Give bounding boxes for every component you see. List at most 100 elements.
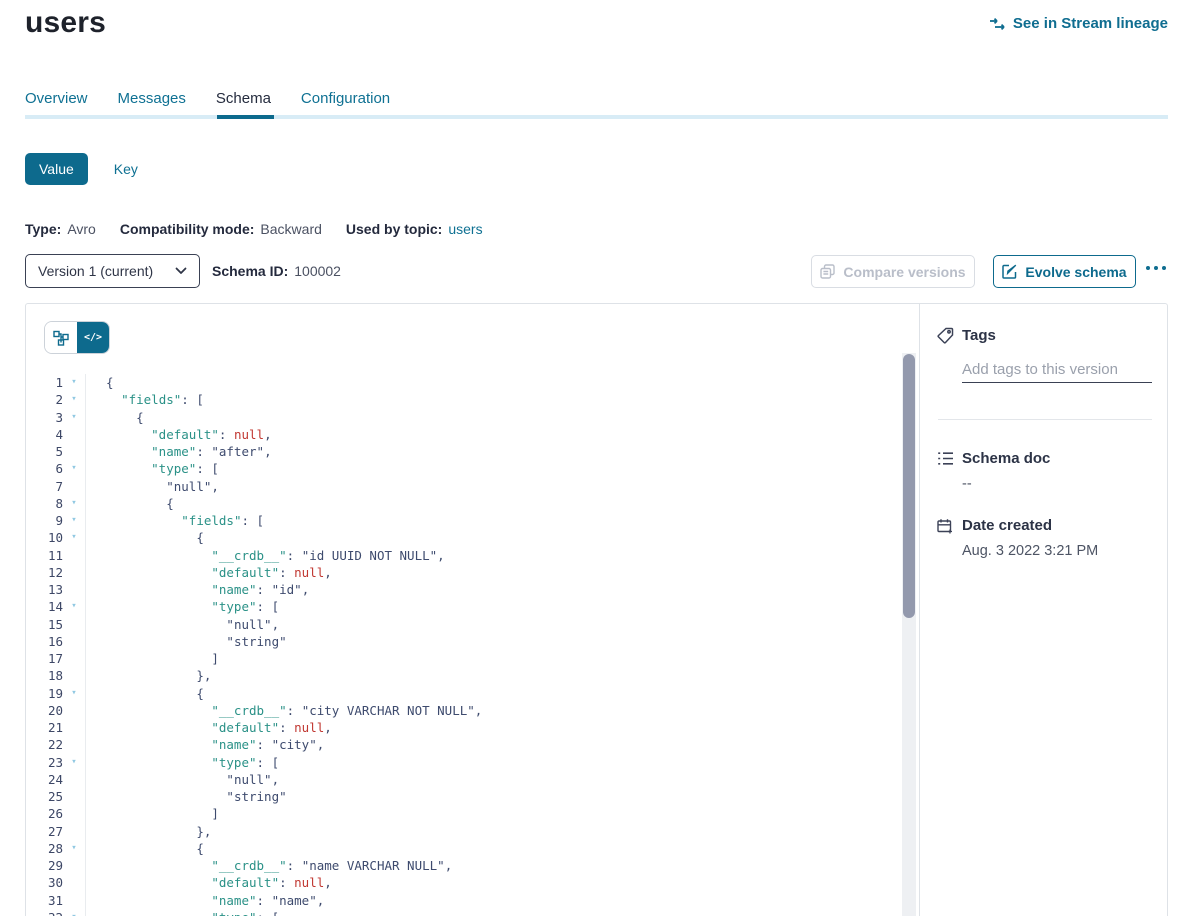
code-line-text: "string" bbox=[85, 788, 287, 805]
code-line-text: "null", bbox=[85, 478, 219, 495]
line-number: 8 bbox=[26, 495, 63, 512]
more-options-button[interactable] bbox=[1146, 266, 1166, 270]
fold-toggle-icon[interactable]: ▾ bbox=[63, 391, 85, 408]
code-line-text: "__crdb__": "name VARCHAR NULL", bbox=[85, 857, 452, 874]
schema-sidebar: Tags Schema doc -- Date created Aug. 3 2… bbox=[920, 304, 1168, 916]
code-line-text: "name": "name", bbox=[85, 892, 324, 909]
tree-view-button[interactable] bbox=[45, 322, 77, 353]
ellipsis-dot bbox=[1146, 266, 1150, 270]
stream-lineage-link[interactable]: See in Stream lineage bbox=[989, 15, 1168, 32]
code-line-text: "default": null, bbox=[85, 426, 272, 443]
fold-toggle-icon[interactable]: ▾ bbox=[63, 460, 85, 477]
line-number: 19 bbox=[26, 685, 63, 702]
line-number: 30 bbox=[26, 874, 63, 891]
evolve-schema-button[interactable]: Evolve schema bbox=[993, 255, 1136, 288]
fold-toggle-icon[interactable]: ▾ bbox=[63, 495, 85, 512]
code-line-text: "fields": [ bbox=[85, 391, 204, 408]
fold-toggle-icon[interactable]: ▾ bbox=[63, 374, 85, 391]
editor-scrollbar-thumb[interactable] bbox=[903, 354, 915, 618]
code-line-text: "name": "after", bbox=[85, 443, 272, 460]
fold-gutter-spacer bbox=[63, 736, 85, 753]
code-line: 5 "name": "after", bbox=[26, 443, 902, 460]
line-number: 24 bbox=[26, 771, 63, 788]
code-line: 25 "string" bbox=[26, 788, 902, 805]
value-toggle-button[interactable]: Value bbox=[25, 153, 88, 185]
fold-gutter-spacer bbox=[63, 443, 85, 460]
fold-gutter-spacer bbox=[63, 650, 85, 667]
code-view-button[interactable]: </> bbox=[77, 322, 109, 353]
code-view-icon: </> bbox=[84, 332, 102, 343]
list-icon bbox=[937, 451, 954, 471]
code-line: 14▾ "type": [ bbox=[26, 598, 902, 615]
editor-scrollbar-track[interactable] bbox=[902, 353, 916, 916]
fold-gutter-spacer bbox=[63, 874, 85, 891]
fold-toggle-icon[interactable]: ▾ bbox=[63, 529, 85, 546]
code-line-text: "name": "id", bbox=[85, 581, 309, 598]
code-line-text: { bbox=[85, 374, 114, 391]
code-line-text: ] bbox=[85, 650, 219, 667]
code-line-text: "default": null, bbox=[85, 874, 332, 891]
line-number: 28 bbox=[26, 840, 63, 857]
fold-gutter-spacer bbox=[63, 823, 85, 840]
code-line-text: { bbox=[85, 495, 174, 512]
stream-lineage-icon bbox=[989, 17, 1006, 31]
code-line-text: "type": [ bbox=[85, 598, 279, 615]
schema-id-label: Schema ID: bbox=[212, 263, 288, 279]
tags-input[interactable] bbox=[962, 356, 1152, 383]
used-by-topic-label: Used by topic: bbox=[346, 221, 442, 237]
code-line-text: "null", bbox=[85, 771, 279, 788]
code-line: 1▾{ bbox=[26, 374, 902, 391]
fold-toggle-icon[interactable]: ▾ bbox=[63, 840, 85, 857]
compare-versions-button[interactable]: Compare versions bbox=[811, 255, 975, 288]
line-number: 18 bbox=[26, 667, 63, 684]
code-line: 10▾ { bbox=[26, 529, 902, 546]
code-line-text: "default": null, bbox=[85, 719, 332, 736]
fold-gutter-spacer bbox=[63, 547, 85, 564]
line-number: 11 bbox=[26, 547, 63, 564]
tab-messages[interactable]: Messages bbox=[118, 90, 186, 107]
fold-toggle-icon[interactable]: ▾ bbox=[63, 409, 85, 426]
line-number: 1 bbox=[26, 374, 63, 391]
code-line: 28▾ { bbox=[26, 840, 902, 857]
schema-page: { "header": { "title": "users", "lineage… bbox=[0, 0, 1189, 916]
code-line-text: "null", bbox=[85, 616, 279, 633]
code-line: 31 "name": "name", bbox=[26, 892, 902, 909]
code-line-text: }, bbox=[85, 667, 211, 684]
fold-toggle-icon[interactable]: ▾ bbox=[63, 909, 85, 916]
tag-icon bbox=[937, 327, 954, 349]
line-number: 23 bbox=[26, 754, 63, 771]
code-line: 4 "default": null, bbox=[26, 426, 902, 443]
page-title: users bbox=[25, 6, 106, 40]
edit-icon bbox=[1002, 264, 1017, 279]
compatibility-value: Backward bbox=[260, 221, 321, 237]
code-line: 11 "__crdb__": "id UUID NOT NULL", bbox=[26, 547, 902, 564]
schema-doc-value: -- bbox=[962, 476, 972, 492]
code-line: 12 "default": null, bbox=[26, 564, 902, 581]
tab-overview[interactable]: Overview bbox=[25, 90, 88, 107]
code-line: 9▾ "fields": [ bbox=[26, 512, 902, 529]
tab-underline-track bbox=[25, 115, 1168, 119]
version-select-value: Version 1 (current) bbox=[38, 263, 153, 279]
fold-toggle-icon[interactable]: ▾ bbox=[63, 598, 85, 615]
line-number: 5 bbox=[26, 443, 63, 460]
line-number: 26 bbox=[26, 805, 63, 822]
chevron-down-icon bbox=[175, 267, 187, 275]
fold-toggle-icon[interactable]: ▾ bbox=[63, 512, 85, 529]
topic-link[interactable]: users bbox=[448, 221, 482, 237]
key-toggle-button[interactable]: Key bbox=[114, 161, 138, 177]
fold-toggle-icon[interactable]: ▾ bbox=[63, 685, 85, 702]
line-number: 22 bbox=[26, 736, 63, 753]
tab-schema[interactable]: Schema bbox=[216, 90, 271, 107]
schema-id-value: 100002 bbox=[294, 263, 341, 279]
version-select[interactable]: Version 1 (current) bbox=[25, 254, 200, 288]
active-tab-indicator bbox=[217, 115, 274, 119]
line-number: 21 bbox=[26, 719, 63, 736]
code-line: 27 }, bbox=[26, 823, 902, 840]
code-line: 24 "null", bbox=[26, 771, 902, 788]
line-number: 20 bbox=[26, 702, 63, 719]
line-number: 3 bbox=[26, 409, 63, 426]
tab-configuration[interactable]: Configuration bbox=[301, 90, 390, 107]
schema-card: </> 1▾{2▾ "fields": [3▾ {4 "default": nu… bbox=[25, 303, 1168, 916]
fold-toggle-icon[interactable]: ▾ bbox=[63, 754, 85, 771]
fold-gutter-spacer bbox=[63, 857, 85, 874]
